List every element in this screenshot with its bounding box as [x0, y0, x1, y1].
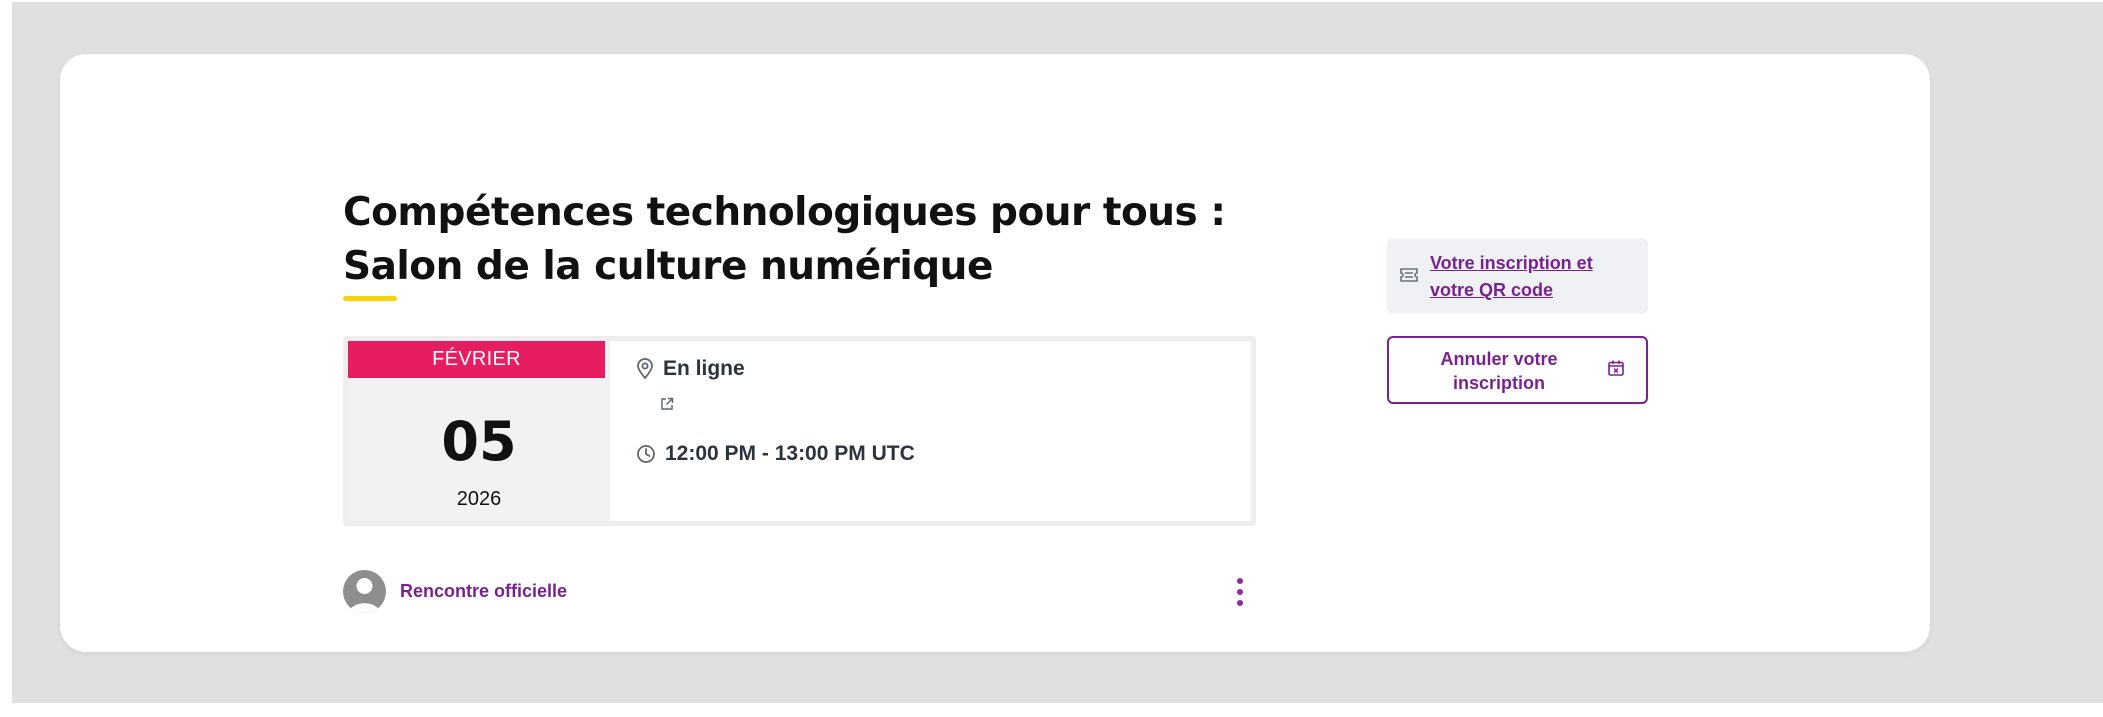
title-underline	[343, 296, 397, 301]
event-day: 05	[441, 410, 517, 473]
event-time-label: 12:00 PM - 13:00 PM UTC	[665, 442, 915, 465]
registration-qr-box: Votre inscription et votre QR code	[1387, 238, 1648, 314]
more-vertical-icon[interactable]	[1232, 578, 1248, 606]
clock-icon	[637, 445, 655, 463]
external-link-icon[interactable]	[660, 397, 674, 416]
event-year: 2026	[456, 488, 502, 510]
ticket-icon	[1400, 268, 1418, 282]
event-month: FÉVRIER	[348, 341, 605, 378]
location-pin-icon	[637, 358, 653, 380]
registration-qr-link[interactable]: Votre inscription et votre QR code	[1430, 250, 1640, 304]
avatar	[343, 570, 386, 613]
cancel-registration-label: Annuler votre inscription	[1440, 349, 1558, 393]
event-location-label: En ligne	[663, 357, 745, 380]
event-time: 12:00 PM - 13:00 PM UTC	[636, 442, 915, 466]
event-title: Compétences technologiques pour tous : S…	[343, 190, 1226, 289]
calendar-cancel-icon	[1608, 360, 1624, 376]
organizer-name[interactable]: Rencontre officielle	[400, 581, 567, 602]
event-location: En ligne	[636, 357, 745, 381]
organizer[interactable]: Rencontre officielle	[343, 570, 567, 613]
cancel-registration-button[interactable]: Annuler votre inscription	[1387, 336, 1648, 404]
